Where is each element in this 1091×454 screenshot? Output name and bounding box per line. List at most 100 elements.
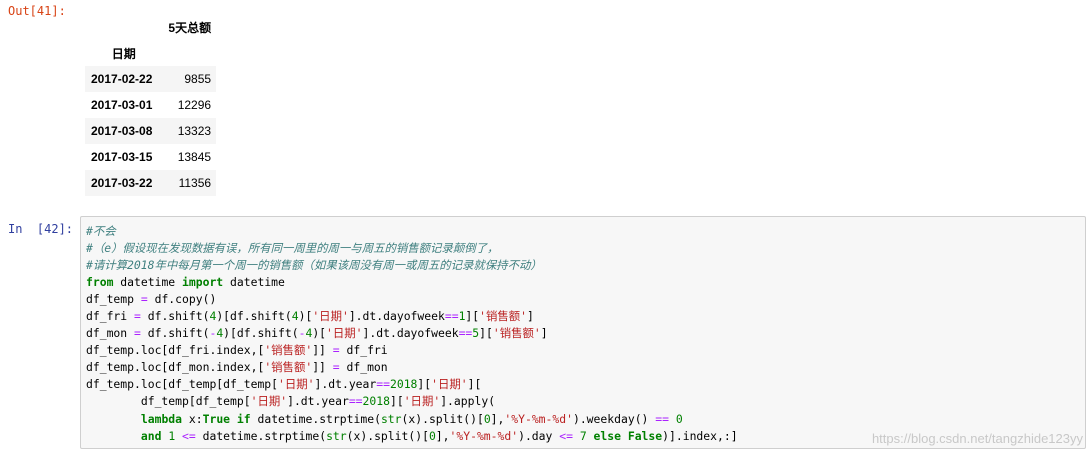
- code-token: =: [332, 360, 340, 375]
- code-token: )[df.shift(: [216, 309, 292, 324]
- column-header-row: 5天总额: [85, 14, 216, 40]
- code-token: ][: [479, 326, 493, 341]
- code-line: and 1 <= datetime.strptime(str(x).split(…: [86, 428, 738, 445]
- code-token: )].index,:]: [662, 428, 738, 443]
- code-token: and: [140, 428, 162, 443]
- code-token: datetime.strptime(: [195, 428, 327, 443]
- code-line: df_temp.loc[df_mon.index,['销售额']] = df_m…: [86, 359, 738, 376]
- code-token: '日期': [431, 377, 468, 392]
- code-token: '%Y-%m-%d': [504, 411, 573, 426]
- code-token: ],: [490, 411, 505, 426]
- code-token: '%Y-%m-%d': [449, 428, 519, 443]
- code-token: ].apply(: [440, 394, 496, 409]
- code-token: )[: [298, 309, 313, 324]
- code-token: '销售额': [479, 309, 528, 324]
- code-token: '销售额': [264, 360, 313, 375]
- code-token: import: [182, 275, 224, 290]
- code-token: ==: [444, 309, 459, 324]
- code-line: df_temp[df_temp['日期'].dt.year==2018]['日期…: [86, 393, 738, 410]
- code-token: =: [134, 326, 141, 341]
- row-index-date: 2017-03-22: [91, 176, 153, 190]
- empty-corner-cell: [85, 14, 162, 40]
- code-token: 7: [579, 428, 587, 443]
- code-token: ]: [540, 326, 548, 341]
- code-line: #请计算2018年中每月第一个周一的销售额（如果该周没有周一或周五的记录就保持不…: [86, 257, 738, 274]
- code-token: df.copy(): [147, 292, 217, 307]
- code-token: str: [380, 411, 402, 426]
- code-token: datetime: [113, 275, 183, 290]
- code-token: )[df.shift(: [223, 326, 299, 341]
- code-line: df_temp.loc[df_temp[df_temp['日期'].dt.yea…: [86, 376, 738, 393]
- dataframe-output-table: 5天总额 日期 2017-02-22 9855 2017-03-01 12296 201…: [85, 14, 217, 196]
- code-token: datetime: [223, 275, 285, 290]
- table-body: 2017-02-22 9855 2017-03-01 12296 2017-03-08 1…: [85, 66, 217, 196]
- code-token: ).day: [518, 428, 560, 443]
- code-token: '日期': [326, 326, 363, 341]
- code-token: ]: [527, 309, 534, 324]
- code-token: ]]: [312, 360, 333, 375]
- code-token: 0: [483, 411, 491, 426]
- code-token: ],: [435, 428, 450, 443]
- code-token: =: [134, 309, 141, 324]
- code-token: ][: [389, 394, 404, 409]
- code-token: df_mon: [86, 326, 135, 341]
- row-index-date: 2017-02-22: [91, 72, 153, 86]
- table-row: 2017-03-22 11356: [85, 170, 217, 196]
- watermark-text: https://blog.csdn.net/tangzhide123yy: [871, 431, 1083, 446]
- code-token: '日期': [312, 309, 349, 324]
- code-token: )[: [312, 326, 327, 341]
- code-editor[interactable]: #不会 #（e）假设现在发现数据有误，所有同一周里的周一与周五的销售额记录颠倒了，…: [86, 223, 738, 445]
- code-token: ].dt.year: [287, 394, 349, 409]
- code-token: =: [140, 292, 148, 307]
- code-line: lambda x:True if datetime.strptime(str(x…: [86, 411, 738, 428]
- code-line: df_mon = df.shift(-4)[df.shift(-4)['日期']…: [86, 325, 738, 342]
- code-token: ==: [655, 411, 669, 426]
- row-value: 11356: [178, 176, 212, 190]
- code-token: 2018: [362, 394, 390, 409]
- row-index-date: 2017-03-01: [91, 98, 153, 112]
- code-token: df_fri: [339, 343, 388, 358]
- code-line: df_fri = df.shift(4)[df.shift(4)['日期'].d…: [86, 308, 738, 325]
- row-index-date: 2017-03-15: [91, 150, 153, 164]
- code-token: 2018: [389, 377, 418, 392]
- code-token: else: [593, 428, 621, 443]
- code-token: x:: [182, 411, 203, 426]
- row-value: 9855: [184, 72, 212, 86]
- code-token: '销售额': [264, 343, 313, 358]
- code-token: ].dt.dayofweek: [362, 326, 459, 341]
- input-prompt: In [42]:: [8, 222, 74, 236]
- code-token: df_temp.loc[df_fri.index,[: [86, 343, 265, 358]
- code-token: '日期': [403, 394, 441, 409]
- code-token: (x).split()[: [346, 428, 429, 443]
- code-token: #请计算2018年中每月第一个周一的销售额（如果该周没有周一或周五的记录就保持不…: [86, 258, 542, 273]
- code-token: from: [86, 275, 114, 290]
- code-token: ][: [417, 377, 432, 392]
- code-token: df_fri: [86, 309, 135, 324]
- code-line: from datetime import datetime: [86, 274, 738, 291]
- code-token: df_mon: [339, 360, 388, 375]
- code-token: df_temp.loc[df_mon.index,[: [86, 360, 265, 375]
- code-token: #（e）假设现在发现数据有误，所有同一周里的周一与周五的销售额记录颠倒了，: [86, 241, 499, 256]
- row-index-date: 2017-03-08: [91, 124, 153, 138]
- code-cell[interactable]: #不会 #（e）假设现在发现数据有误，所有同一周里的周一与周五的销售额记录颠倒了，…: [80, 216, 1086, 449]
- code-token: if: [236, 411, 251, 426]
- row-value: 13845: [177, 150, 212, 164]
- code-token: str: [326, 428, 347, 443]
- code-token: '日期': [250, 394, 288, 409]
- code-token: True: [202, 411, 231, 426]
- code-token: ].dt.dayofweek: [348, 309, 445, 324]
- table-row: 2017-03-01 12296: [85, 92, 216, 118]
- code-token: ].dt.year: [314, 377, 377, 392]
- code-token: 4: [291, 309, 299, 324]
- table-row: 2017-02-22 9855: [85, 66, 217, 92]
- code-token: ][: [465, 309, 480, 324]
- code-token: ][: [467, 377, 482, 392]
- code-token: <=: [559, 428, 573, 443]
